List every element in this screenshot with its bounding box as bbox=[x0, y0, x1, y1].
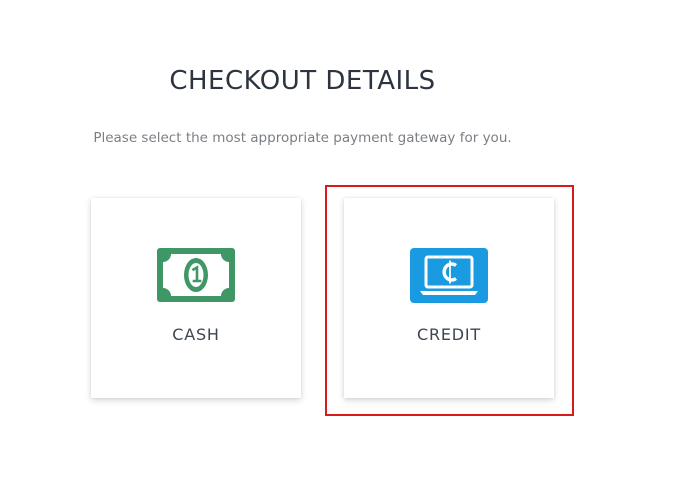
cash-bill-icon bbox=[157, 248, 235, 302]
page-title: CHECKOUT DETAILS bbox=[169, 66, 436, 96]
payment-option-cash[interactable]: CASH bbox=[91, 198, 301, 398]
page-subtitle: Please select the most appropriate payme… bbox=[93, 130, 512, 146]
payment-option-label: CASH bbox=[172, 325, 220, 344]
laptop-coin-icon bbox=[410, 248, 488, 303]
payment-option-credit[interactable]: CREDIT bbox=[344, 198, 554, 398]
payment-option-label: CREDIT bbox=[416, 325, 481, 344]
